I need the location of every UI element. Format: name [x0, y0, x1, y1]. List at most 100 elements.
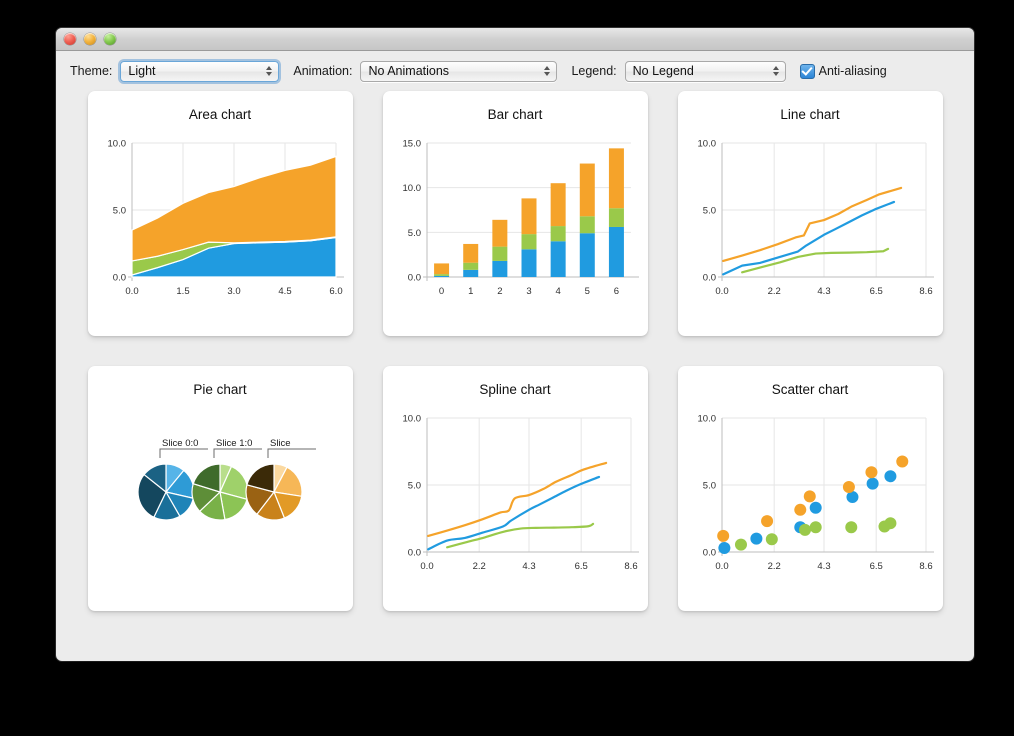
scatter-point[interactable] [793, 503, 806, 516]
bar-segment[interactable] [462, 243, 478, 263]
y-tick-label: 5.0 [702, 481, 715, 492]
pie-orange[interactable] [244, 463, 303, 521]
scatter-point[interactable] [895, 455, 908, 468]
x-tick-label: 2 [497, 286, 502, 297]
bar-segment[interactable] [433, 263, 449, 275]
bar-stack[interactable] [491, 219, 507, 277]
y-tick-label: 5.0 [112, 206, 125, 217]
bar-segment[interactable] [491, 246, 507, 261]
x-tick-label: 1 [468, 286, 473, 297]
y-tick-label: 5.0 [407, 481, 420, 492]
theme-select-value: Light [128, 64, 156, 78]
scatter-point[interactable] [809, 521, 822, 534]
pie-callout-line [267, 448, 316, 458]
app-window: Theme: Light Animation: No Animations Le… [56, 28, 974, 661]
charts-grid: Area chart 0.0 5.0 10.0 0.0 1.5 3.0 4.5 6.0 Bar… [56, 91, 974, 611]
y-tick-label: 5.0 [702, 206, 715, 217]
x-tick-label: 2.2 [472, 561, 485, 572]
scatter-point[interactable] [864, 466, 877, 479]
bar-segment[interactable] [579, 233, 595, 277]
x-tick-label: 3 [526, 286, 531, 297]
bar-stack[interactable] [608, 148, 624, 277]
bar-segment[interactable] [491, 260, 507, 277]
pie-green[interactable] [190, 463, 249, 521]
bar-segment[interactable] [433, 274, 449, 276]
pie-blue[interactable] [136, 463, 195, 521]
line-series[interactable] [426, 475, 600, 551]
chart-card-scatter[interactable]: Scatter chart 0.0 5.0 10.0 0.0 2.2 4.3 6.5 8.6 [677, 366, 943, 611]
line-series[interactable] [721, 200, 895, 276]
bar-stack[interactable] [521, 198, 536, 277]
scatter-point[interactable] [866, 477, 879, 490]
scatter-point[interactable] [844, 521, 857, 534]
scatter-point[interactable] [883, 470, 896, 483]
line-series[interactable] [445, 522, 594, 549]
bar-segment[interactable] [433, 275, 449, 277]
pie-callout-line [159, 448, 208, 458]
bar-segment[interactable] [550, 183, 566, 227]
y-tick-label: 10.0 [402, 183, 421, 194]
bar-segment[interactable] [550, 226, 566, 242]
scatter-point[interactable] [765, 533, 778, 546]
x-tick-label: 6.0 [329, 286, 342, 297]
line-series[interactable] [426, 461, 607, 538]
animation-select[interactable]: No Animations [360, 60, 558, 82]
y-tick-label: 0.0 [112, 273, 125, 284]
zoom-button[interactable] [104, 33, 116, 45]
bar-segment[interactable] [608, 226, 624, 277]
bar-segment[interactable] [521, 234, 536, 250]
scatter-point[interactable] [760, 515, 773, 528]
bar-stack[interactable] [550, 183, 566, 277]
chart-card-bar[interactable]: Bar chart 0.0 5.0 10.0 15.0 0 1 2 3 4 5 6 [382, 91, 648, 336]
scatter-point[interactable] [734, 538, 747, 551]
chart-card-area[interactable]: Area chart 0.0 5.0 10.0 0.0 1.5 3.0 4.5 6.0 [87, 91, 353, 336]
y-tick-label: 0.0 [407, 548, 420, 559]
chart-card-pie[interactable]: Pie chart Slice 0:0 Slice 1:0 Slice [87, 366, 353, 611]
bar-stack[interactable] [462, 243, 478, 277]
legend-select[interactable]: No Legend [624, 60, 786, 82]
scatter-point[interactable] [798, 523, 811, 536]
y-tick-label: 10.0 [402, 414, 421, 425]
bar-segment[interactable] [491, 219, 507, 247]
bar-segment[interactable] [550, 241, 566, 277]
bar-segment[interactable] [608, 208, 624, 227]
bar-segment[interactable] [462, 262, 478, 270]
bar-segment[interactable] [579, 216, 595, 234]
close-button[interactable] [64, 33, 76, 45]
scatter-point[interactable] [717, 541, 730, 554]
y-tick-label: 0.0 [407, 273, 420, 284]
theme-select[interactable]: Light [120, 60, 280, 82]
pie-chart-plot: Slice 0:0 Slice 1:0 Slice [136, 438, 316, 521]
y-tick-label: 0.0 [702, 548, 715, 559]
scatter-point[interactable] [716, 529, 729, 542]
x-tick-label: 5 [584, 286, 589, 297]
stepper-arrows-icon [266, 66, 273, 76]
checkbox-checked-icon [799, 63, 815, 79]
x-tick-label: 3.0 [227, 286, 240, 297]
line-series[interactable] [721, 186, 902, 263]
scatter-point[interactable] [809, 501, 822, 514]
scatter-point[interactable] [842, 481, 855, 494]
chart-card-line[interactable]: Line chart 0.0 5.0 10.0 0.0 2.2 4.3 6.5 8.6 [677, 91, 943, 336]
antialiasing-checkbox[interactable]: Anti-aliasing [799, 63, 887, 79]
bar-segment[interactable] [462, 269, 478, 277]
x-tick-label: 6.5 [574, 561, 587, 572]
scatter-point[interactable] [883, 517, 896, 530]
theme-label: Theme: [70, 64, 113, 78]
pie-slice-label: Slice 1:0 [216, 438, 252, 449]
bar-stack[interactable] [579, 163, 595, 277]
scatter-point[interactable] [803, 490, 816, 503]
x-tick-label: 4.3 [522, 561, 535, 572]
minimize-button[interactable] [84, 33, 96, 45]
x-tick-label: 4.5 [278, 286, 291, 297]
bar-stack[interactable] [433, 263, 449, 277]
chart-card-spline[interactable]: Spline chart 0.0 5.0 10.0 0.0 2.2 4.3 6.5 8.6 [382, 366, 648, 611]
bar-segment[interactable] [608, 148, 624, 209]
bar-segment[interactable] [579, 163, 595, 217]
antialiasing-label: Anti-aliasing [818, 64, 887, 78]
bar-segment[interactable] [521, 198, 536, 235]
x-tick-label: 0 [438, 286, 443, 297]
y-tick-label: 10.0 [107, 139, 126, 150]
scatter-point[interactable] [749, 532, 762, 545]
bar-segment[interactable] [521, 249, 536, 277]
